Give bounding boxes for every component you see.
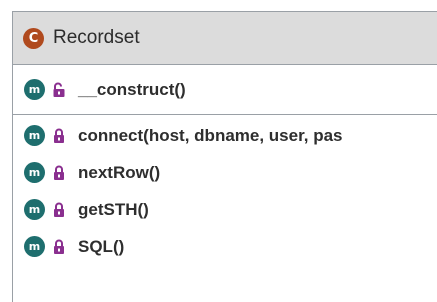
class-header[interactable]: C Recordset	[13, 12, 437, 65]
class-name: Recordset	[53, 27, 140, 48]
member-name: getSTH()	[78, 199, 149, 219]
method-icon: m	[24, 79, 45, 100]
class-icon: C	[23, 27, 44, 49]
methods-section: m connect(host, dbname, user, pas m next…	[13, 115, 437, 265]
member-name: nextRow()	[78, 162, 161, 182]
member-row-nextrow[interactable]: m nextRow()	[13, 154, 437, 191]
member-row-getsth[interactable]: m getSTH()	[13, 191, 437, 228]
lock-icon	[52, 128, 66, 144]
method-icon: m	[24, 125, 45, 146]
method-icon: m	[24, 236, 45, 257]
member-name: connect(host, dbname, user, pas	[78, 125, 343, 145]
method-icon: m	[24, 199, 45, 220]
member-name: SQL()	[78, 236, 125, 256]
constructor-section: m __construct()	[13, 65, 437, 115]
member-name: __construct()	[78, 79, 186, 99]
lock-icon	[52, 239, 66, 255]
member-row-construct[interactable]: m __construct()	[13, 65, 437, 114]
lock-open-icon	[52, 82, 66, 98]
method-icon: m	[24, 162, 45, 183]
class-box[interactable]: C Recordset m __construct() m connect(ho…	[12, 11, 437, 302]
member-row-connect[interactable]: m connect(host, dbname, user, pas	[13, 117, 437, 154]
lock-icon	[52, 165, 66, 181]
lock-icon	[52, 202, 66, 218]
member-row-sql[interactable]: m SQL()	[13, 228, 437, 265]
